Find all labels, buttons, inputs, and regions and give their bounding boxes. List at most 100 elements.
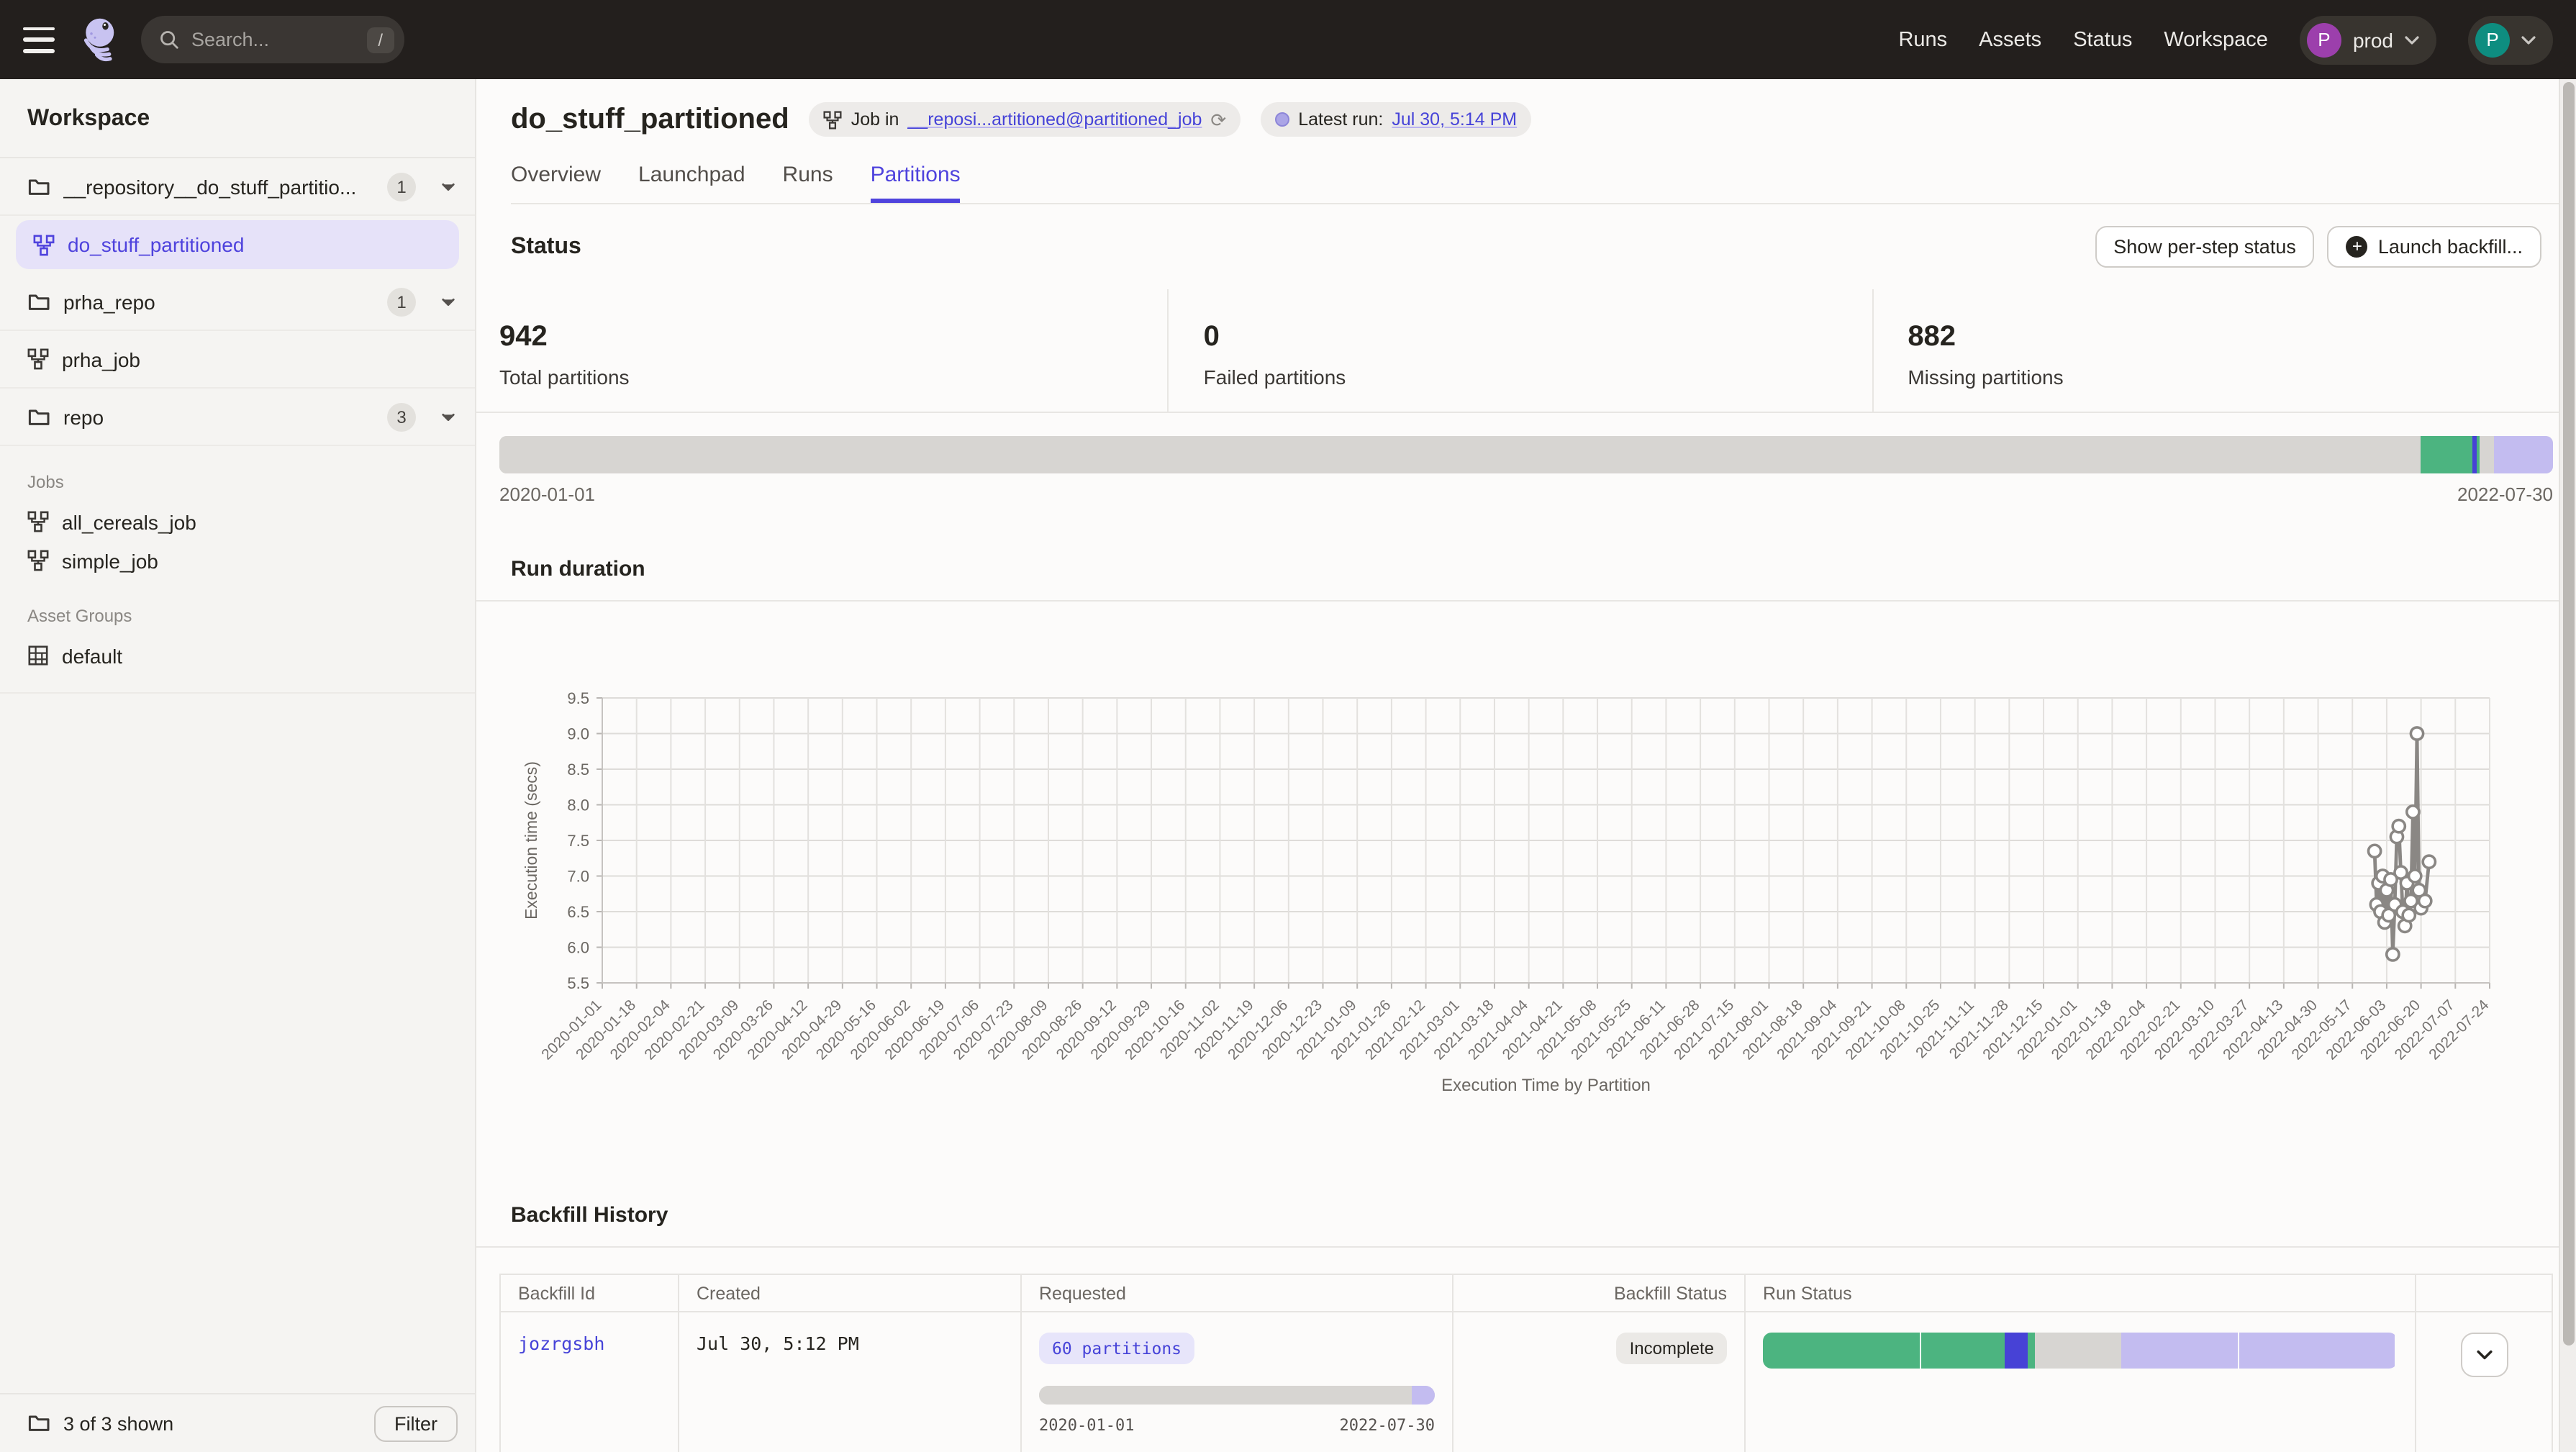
- requested-partitions-tag[interactable]: 60 partitions: [1039, 1333, 1194, 1364]
- workspace-title: Workspace: [0, 79, 475, 158]
- menu-button[interactable]: [20, 25, 58, 54]
- svg-text:5.5: 5.5: [567, 974, 589, 992]
- chevron-down-icon: [442, 182, 455, 191]
- sidebar-item-prha-repo[interactable]: prha_repo 1: [0, 273, 475, 331]
- table-row: jozrgsbh Jul 30, 5:12 PM 60 partitions 2…: [500, 1312, 2552, 1452]
- search-icon: [158, 29, 180, 50]
- show-per-step-status-button[interactable]: Show per-step status: [2095, 226, 2315, 268]
- deployment-name: prod: [2353, 28, 2393, 51]
- sidebar-item-label: __repository__do_stuff_partitio...: [63, 175, 374, 198]
- svg-text:9.0: 9.0: [567, 725, 589, 743]
- filter-button[interactable]: Filter: [374, 1405, 458, 1441]
- chevron-down-icon: [442, 412, 455, 421]
- sidebar-item-label: repo: [63, 405, 374, 428]
- nav-status[interactable]: Status: [2073, 28, 2132, 51]
- sidebar-item-repo[interactable]: repo 3: [0, 389, 475, 446]
- deployment-avatar: P: [2307, 22, 2341, 57]
- asset-groups-section-label: Asset Groups: [0, 580, 475, 636]
- job-origin-link[interactable]: __reposi...artitioned@partitioned_job: [907, 109, 1202, 130]
- sidebar-item-repository[interactable]: __repository__do_stuff_partitio... 1: [0, 158, 475, 216]
- plus-circle-icon: +: [2346, 236, 2368, 258]
- main-content: do_stuff_partitioned Job in __reposi...a…: [476, 79, 2576, 1452]
- job-icon: [27, 348, 49, 370]
- partition-stats: 942 Total partitions 0 Failed partitions…: [476, 289, 2576, 413]
- workspace-sidebar: Workspace __repository__do_stuff_partiti…: [0, 79, 476, 1452]
- job-origin-prefix: Job in: [851, 109, 899, 130]
- search-placeholder: Search...: [191, 29, 355, 50]
- svg-text:6.5: 6.5: [567, 903, 589, 921]
- nav-runs[interactable]: Runs: [1898, 28, 1947, 51]
- search-input[interactable]: Search... /: [141, 16, 404, 63]
- folder-icon: [27, 405, 50, 428]
- sidebar-item-label: prha_job: [62, 348, 455, 371]
- reload-icon[interactable]: ⟳: [1210, 110, 1226, 129]
- count-badge: 1: [387, 172, 416, 201]
- expand-row-button[interactable]: [2460, 1333, 2508, 1377]
- stat-label: Failed partitions: [1204, 366, 1838, 389]
- job-label: all_cereals_job: [62, 510, 196, 533]
- scrollbar-track[interactable]: [2559, 79, 2576, 1452]
- dagster-app: Search... / Runs Assets Status Workspace…: [0, 0, 2576, 1452]
- tab-overview[interactable]: Overview: [511, 163, 601, 203]
- run-status-bar[interactable]: [1763, 1333, 2398, 1369]
- user-avatar: P: [2475, 22, 2510, 57]
- col-actions: [2416, 1274, 2552, 1312]
- tab-runs[interactable]: Runs: [783, 163, 833, 203]
- sidebar-item-do-stuff-partitioned[interactable]: do_stuff_partitioned: [0, 216, 475, 273]
- col-requested: Requested: [1021, 1274, 1453, 1312]
- folder-icon: [27, 290, 50, 313]
- svg-text:7.5: 7.5: [567, 832, 589, 850]
- stat-failed-partitions: 0 Failed partitions: [1168, 289, 1872, 412]
- scrollbar-thumb[interactable]: [2563, 82, 2575, 1346]
- stat-value: 942: [499, 321, 1133, 354]
- folder-icon: [27, 1412, 50, 1435]
- svg-text:6.0: 6.0: [567, 939, 589, 957]
- requested-range-start: 2020-01-01: [1039, 1416, 1134, 1435]
- sidebar-item-label: prha_repo: [63, 290, 374, 313]
- latest-run-link[interactable]: Jul 30, 5:14 PM: [1392, 109, 1517, 130]
- dagster-logo-icon[interactable]: [78, 15, 121, 64]
- sidebar-item-all-cereals-job[interactable]: all_cereals_job: [0, 502, 475, 541]
- tab-launchpad[interactable]: Launchpad: [638, 163, 745, 203]
- sidebar-footer: 3 of 3 shown Filter: [0, 1393, 475, 1452]
- stat-label: Total partitions: [499, 366, 1133, 389]
- stat-missing-partitions: 882 Missing partitions: [1872, 289, 2576, 412]
- top-nav-bar: Search... / Runs Assets Status Workspace…: [0, 0, 2576, 79]
- col-backfill-status: Backfill Status: [1453, 1274, 1745, 1312]
- tab-partitions[interactable]: Partitions: [871, 163, 961, 203]
- job-icon: [824, 110, 843, 129]
- run-duration-chart: 5.56.06.57.07.58.08.59.09.52020-01-01202…: [476, 604, 2576, 1108]
- page-title: do_stuff_partitioned: [511, 103, 789, 136]
- stat-value: 0: [1204, 321, 1838, 354]
- partition-status-bar[interactable]: [499, 436, 2553, 473]
- backfill-id-link[interactable]: jozrgsbh: [518, 1333, 604, 1354]
- sidebar-item-default-asset-group[interactable]: default: [0, 636, 475, 675]
- sidebar-item-prha-job[interactable]: prha_job: [0, 331, 475, 389]
- run-duration-title: Run duration: [476, 557, 2576, 600]
- backfill-history-title: Backfill History: [476, 1203, 2576, 1246]
- partition-range-start: 2020-01-01: [499, 484, 595, 505]
- nav-assets[interactable]: Assets: [1979, 28, 2041, 51]
- nav-workspace[interactable]: Workspace: [2164, 28, 2268, 51]
- chevron-down-icon: [2476, 1350, 2492, 1360]
- repos-shown-count: 3 of 3 shown: [63, 1412, 173, 1434]
- col-run-status: Run Status: [1745, 1274, 2416, 1312]
- chevron-down-icon: [2405, 35, 2419, 44]
- sidebar-item-simple-job[interactable]: simple_job: [0, 541, 475, 580]
- svg-text:9.5: 9.5: [567, 689, 589, 707]
- svg-text:8.0: 8.0: [567, 797, 589, 815]
- stat-value: 882: [1908, 321, 2541, 354]
- launch-backfill-button[interactable]: + Launch backfill...: [2328, 226, 2541, 268]
- latest-run-label: Latest run:: [1298, 109, 1383, 130]
- deployment-switcher[interactable]: P prod: [2300, 15, 2436, 64]
- requested-range-end: 2022-07-30: [1340, 1416, 1435, 1435]
- user-menu[interactable]: P: [2468, 15, 2553, 64]
- folder-icon: [27, 175, 50, 198]
- backfill-history-table: Backfill Id Created Requested Backfill S…: [499, 1274, 2553, 1452]
- col-created: Created: [679, 1274, 1021, 1312]
- count-badge: 1: [387, 287, 416, 316]
- requested-partitions-bar: [1039, 1386, 1435, 1405]
- table-header-row: Backfill Id Created Requested Backfill S…: [500, 1274, 2552, 1312]
- job-origin-tag: Job in __reposi...artitioned@partitioned…: [809, 102, 1241, 137]
- col-backfill-id: Backfill Id: [500, 1274, 679, 1312]
